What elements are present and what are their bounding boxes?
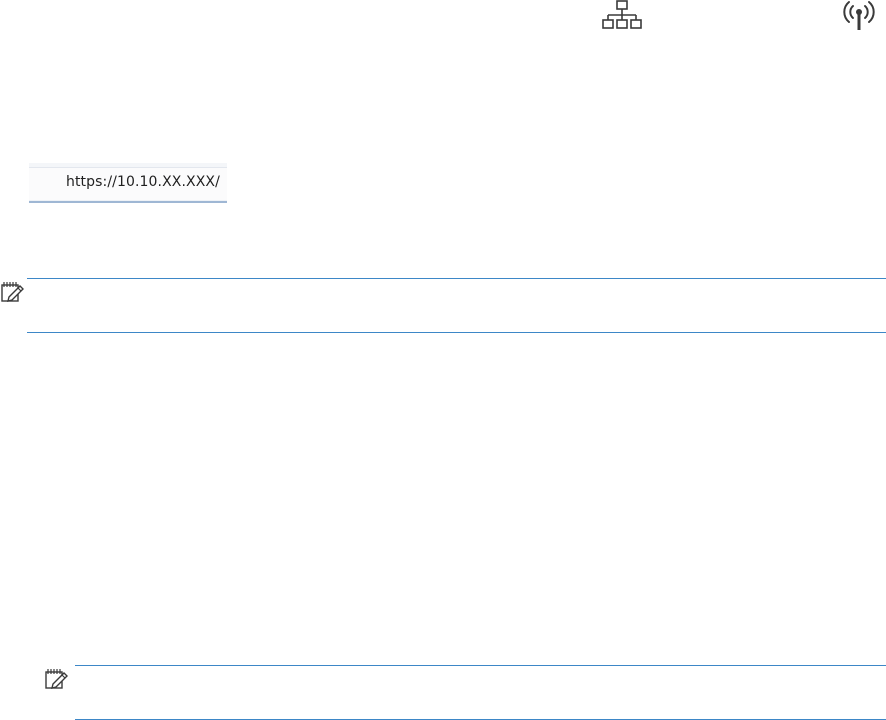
note-icon — [44, 668, 68, 690]
wireless-icon — [842, 0, 876, 30]
address-url: https://10.10.XX.XXX/ — [66, 174, 220, 190]
network-icon — [601, 0, 643, 30]
note-bottom-rule — [27, 332, 886, 333]
note-top-rule — [75, 665, 886, 666]
note-top-rule — [27, 278, 886, 279]
browser-address-bar[interactable]: https://10.10.XX.XXX/ — [29, 163, 227, 203]
note-icon — [0, 281, 24, 303]
